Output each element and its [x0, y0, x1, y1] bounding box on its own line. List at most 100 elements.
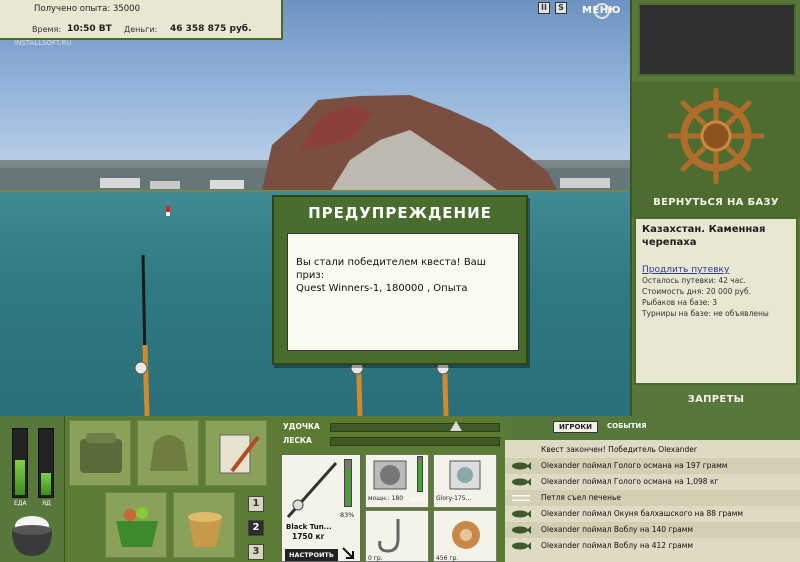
poison-label: ЯД: [42, 500, 51, 507]
reel-durability-fill: [418, 462, 422, 491]
bait-icon: [452, 521, 480, 549]
warning-dialog[interactable]: ПРЕДУПРЕЖДЕНИЕ Вы стали победителем квес…: [272, 195, 528, 365]
inventory-slot-tackle-box[interactable]: [69, 420, 131, 486]
tournaments-info: Турниры на базе: не объявлены: [642, 309, 769, 318]
line-card[interactable]: Glory-175...: [433, 454, 497, 508]
inventory-slot-bucket[interactable]: [173, 492, 235, 558]
notebook-icon: [219, 434, 260, 474]
event-text: Olexander поймал Воблу на 412 грамм: [541, 541, 694, 550]
sound-icon[interactable]: S: [555, 2, 567, 14]
dialog-message: Вы стали победителем квеста! Ваш приз: Q…: [287, 233, 519, 351]
inventory-tab-2[interactable]: 2: [248, 520, 264, 536]
rod-tension-label: УДОЧКА: [283, 422, 320, 431]
dialog-title: ПРЕДУПРЕЖДЕНИЕ: [308, 204, 492, 222]
food-label: ЕДА: [14, 500, 27, 507]
extend-permit-link[interactable]: Продлить путевку: [642, 265, 790, 275]
time-label: Время:: [32, 25, 62, 34]
rod-durability-fill: [346, 468, 350, 505]
game-screen: Получено опыта: 35000 Время: 10:50 ВТ Де…: [0, 0, 800, 562]
event-row: Olexander поймал Воблу на 412 грамм: [505, 538, 800, 554]
dialog-message-line2: Quest Winners-1, 180000 , Опыта: [296, 283, 468, 294]
fish-icon: [512, 526, 531, 534]
bans-button[interactable]: ЗАПРЕТЫ: [632, 394, 800, 405]
event-text: Olexander поймал Окуня балхашского на 88…: [541, 509, 744, 518]
tab-events[interactable]: СОБЫТИЯ: [602, 421, 652, 433]
event-text: Olexander поймал Воблу на 140 грамм: [541, 525, 694, 534]
cutlery-icon: [512, 495, 530, 501]
events-tabs: ИГРОКИ СОБЫТИЯ: [553, 421, 652, 433]
event-text: Olexander поймал Голого османа на 1,098 …: [541, 477, 719, 486]
fish-icon: [512, 542, 531, 550]
return-to-base-button[interactable]: ВЕРНУТЬСЯ НА БАЗУ: [632, 197, 800, 208]
inventory-slot-bait-bag[interactable]: [137, 420, 199, 486]
location-title: Казахстан. Каменная черепаха: [642, 224, 766, 248]
inventory-tab-3[interactable]: 3: [248, 544, 264, 560]
inventory-slot-notebook[interactable]: [205, 420, 267, 486]
rod-durability-bar: [344, 459, 352, 507]
bucket-icon: [188, 512, 222, 547]
menu-label: МЕНЮ: [582, 5, 621, 16]
events-list: Квест закончен! Победитель Olexander Olex…: [505, 440, 800, 562]
watermark: INSTALLSOFT.RU: [14, 39, 72, 47]
event-row: Квест закончен! Победитель Olexander: [505, 442, 800, 458]
status-panel: ЕДА ЯД: [0, 416, 65, 562]
inventory-slot-basket[interactable]: [105, 492, 167, 558]
rod-name: Black Tun...: [286, 523, 332, 531]
time-value: 10:50 ВТ: [67, 24, 112, 34]
event-row: Olexander поймал Голого османа на 1,098 …: [505, 474, 800, 490]
event-text: Петля съел печенье: [541, 493, 622, 502]
bait-card[interactable]: 456 гр.: [433, 510, 497, 562]
expand-arrow-icon[interactable]: [342, 547, 354, 559]
rod-tension-slider[interactable]: [330, 421, 500, 432]
reel-caption: мощн.: 180: [368, 495, 404, 502]
inventory-tab-1[interactable]: 1: [248, 496, 264, 512]
tab-players[interactable]: ИГРОКИ: [553, 421, 598, 433]
bottom-bar: ЕДА ЯД 1 2 3 УДОЧКА ЛЕСКА 83% Black Tun.…: [0, 416, 800, 562]
player-info-panel: Получено опыта: 35000 Время: 10:50 ВТ Де…: [0, 0, 283, 40]
event-row: Olexander поймал Голого османа на 197 гр…: [505, 458, 800, 474]
events-panel: ИГРОКИ СОБЫТИЯ Квест закончен! Победител…: [505, 416, 800, 562]
tackle-box-icon: [80, 433, 122, 473]
event-row: Olexander поймал Воблу на 140 грамм: [505, 522, 800, 538]
reel-icon: [373, 460, 407, 490]
event-text: Квест закончен! Победитель Olexander: [541, 445, 698, 454]
bait-caption: 456 гр.: [436, 555, 459, 562]
fish-icon: [512, 510, 531, 518]
bag-icon: [150, 435, 188, 471]
rod-percent: 83%: [340, 511, 355, 519]
hook-card[interactable]: 0 гр.: [365, 510, 429, 562]
basket-icon: [116, 507, 158, 547]
reel-percent: 86%: [410, 496, 424, 503]
anglers-count: Рыбаков на базе: 3: [642, 298, 717, 307]
food-meter: [12, 428, 28, 498]
day-cost: Стоимость дня: 20 000 руб.: [642, 287, 751, 296]
hook-icon: [378, 519, 400, 553]
pause-icon[interactable]: II: [538, 2, 550, 14]
event-text: Olexander поймал Голого османа на 197 гр…: [541, 461, 728, 470]
cauldron-icon[interactable]: [8, 510, 56, 560]
poison-meter: [38, 428, 54, 498]
right-panel: ВЕРНУТЬСЯ НА БАЗУ Казахстан. Каменная че…: [632, 0, 800, 416]
line-spool-icon: [449, 460, 481, 490]
dialog-message-line1: Вы стали победителем квеста! Ваш приз:: [296, 257, 486, 281]
food-meter-fill: [15, 460, 25, 495]
money-value: 46 358 875 руб.: [170, 24, 252, 34]
hook-caption: 0 гр.: [368, 555, 383, 562]
ship-wheel-icon[interactable]: [668, 88, 764, 184]
menu-button[interactable]: МЕНЮ: [582, 2, 622, 20]
line-tension-slider[interactable]: [330, 437, 500, 446]
line-tension-label: ЛЕСКА: [283, 436, 312, 445]
permit-remaining: Осталось путевки: 42 час.: [642, 276, 746, 285]
experience-text: Получено опыта: 35000: [34, 4, 141, 14]
tackle-panel: УДОЧКА ЛЕСКА 83% Black Tun... 1750 кг НА…: [277, 416, 500, 562]
line-caption: Glory-175...: [436, 495, 472, 502]
event-row: Петля съел печенье: [505, 490, 800, 506]
fish-icon: [512, 462, 531, 470]
poison-meter-fill: [41, 473, 51, 495]
minimap[interactable]: [638, 3, 796, 76]
setup-button[interactable]: НАСТРОИТЬ: [285, 549, 338, 561]
rod-card[interactable]: 83% Black Tun... 1750 кг НАСТРОИТЬ: [281, 454, 361, 562]
inventory-panel: 1 2 3: [67, 416, 277, 562]
tension-marker-icon: [450, 421, 462, 431]
rod-icon: [286, 462, 338, 518]
